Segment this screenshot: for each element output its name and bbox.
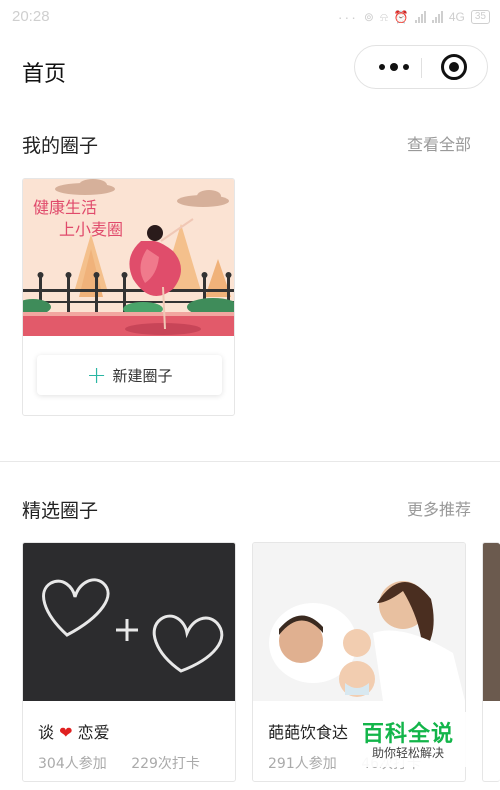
- mute-icon: ⍾: [379, 9, 388, 24]
- status-icons: ··· ⊚ ⍾ ⏰ 4G 35: [338, 9, 490, 25]
- miniprogram-capsule: [354, 45, 488, 89]
- circle-name: 谈 ❤ 恋爱: [38, 723, 110, 742]
- signal-icon-2: [431, 11, 443, 23]
- circle-cover-illustration: 健康生活 上小麦圈: [23, 179, 234, 336]
- family-photo-image: [253, 543, 465, 701]
- my-circle-card[interactable]: 健康生活 上小麦圈 + 新建圈子: [22, 178, 235, 416]
- close-target-icon[interactable]: [441, 54, 467, 80]
- more-recommend-link[interactable]: 更多推荐: [407, 496, 471, 520]
- featured-circle-card[interactable]: 谈 ❤ 恋爱 304人参加 229次打卡: [22, 542, 236, 782]
- more-menu-icon[interactable]: [369, 52, 419, 82]
- checkin-count: 229次打卡: [131, 756, 200, 772]
- link-icon: ⊚: [363, 10, 374, 24]
- watermark-slogan: 助你轻松解决: [372, 746, 445, 760]
- featured-circle-card-partial[interactable]: [482, 542, 500, 782]
- member-count: 304人参加: [38, 756, 107, 772]
- featured-circles-title: 精选圈子: [22, 500, 99, 522]
- battery-icon: 35: [470, 10, 490, 24]
- member-count: 291人参加: [268, 756, 337, 772]
- status-time: 20:28: [12, 8, 50, 25]
- status-bar: 20:28 ··· ⊚ ⍾ ⏰ 4G 35: [0, 0, 500, 34]
- network-type: 4G: [448, 10, 465, 24]
- watermark: 百科全说 助你轻松解决: [352, 712, 467, 767]
- plus-icon: +: [86, 361, 107, 389]
- new-circle-button[interactable]: + 新建圈子: [37, 355, 222, 395]
- page-title: 首页: [22, 62, 67, 87]
- signal-icon: [414, 11, 426, 23]
- my-circles-title: 我的圈子: [22, 135, 99, 157]
- notification-dots-icon: ···: [337, 9, 358, 25]
- new-circle-label: 新建圈子: [112, 366, 173, 385]
- section-divider: [0, 461, 500, 462]
- cover-text-line2: 上小麦圈: [59, 220, 123, 239]
- circle-stats: 304人参加 229次打卡: [38, 753, 200, 773]
- partial-card-image: [483, 543, 500, 701]
- cover-text-line1: 健康生活: [33, 198, 97, 217]
- view-all-link[interactable]: 查看全部: [407, 131, 471, 155]
- heart-icon: ❤: [59, 723, 73, 742]
- capsule-divider: [421, 58, 422, 78]
- circle-name: 葩葩饮食达: [268, 723, 349, 742]
- alarm-icon: ⏰: [393, 10, 409, 24]
- chalkboard-hearts-image: [23, 543, 235, 701]
